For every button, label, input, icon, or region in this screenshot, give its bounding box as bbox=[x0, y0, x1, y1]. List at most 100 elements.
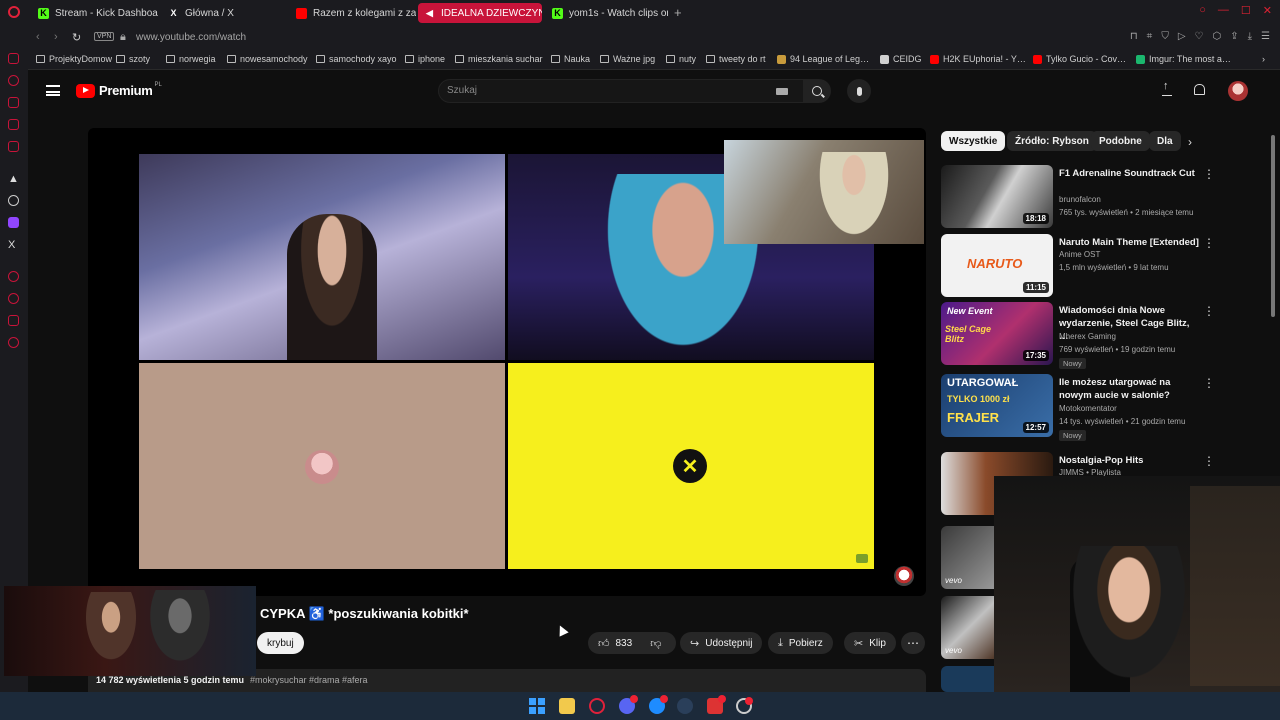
like-count[interactable]: 833 bbox=[616, 638, 633, 649]
subscribe-button[interactable]: krybuj bbox=[257, 632, 304, 654]
download-icon[interactable]: ⤓ bbox=[1248, 31, 1252, 42]
rec-channel[interactable]: Mherex Gaming bbox=[1059, 332, 1116, 341]
chevron-right-icon[interactable]: › bbox=[1188, 135, 1192, 149]
scrollbar[interactable] bbox=[1271, 135, 1275, 317]
maximize-icon[interactable]: ☐ bbox=[1241, 4, 1251, 17]
play-icon[interactable]: ▷ bbox=[1178, 31, 1186, 42]
rec-channel[interactable]: Anime OST bbox=[1059, 250, 1100, 259]
rec-title[interactable]: Ile możesz utargować na nowym aucie w sa… bbox=[1059, 376, 1199, 402]
more-vert-icon[interactable]: ⋮ bbox=[1203, 304, 1215, 318]
bookmark-item[interactable]: 94 League of Leg… bbox=[777, 54, 869, 64]
bookmark-item[interactable]: iphone bbox=[405, 54, 445, 64]
messenger-icon[interactable] bbox=[649, 695, 668, 714]
search-button[interactable] bbox=[803, 79, 831, 103]
sidebar-messenger-icon[interactable] bbox=[8, 119, 19, 130]
sidebar-bag-icon[interactable] bbox=[8, 97, 19, 108]
chip-for-you[interactable]: Dla bbox=[1149, 131, 1181, 151]
bookmark-item[interactable]: nuty bbox=[666, 54, 696, 64]
account-avatar[interactable] bbox=[1228, 81, 1248, 101]
video-player[interactable]: ✕ bbox=[88, 128, 926, 596]
opera-taskbar-icon[interactable] bbox=[589, 698, 605, 714]
bookmark-item[interactable]: szoty bbox=[116, 54, 150, 64]
menu-icon[interactable]: ☰ bbox=[1261, 31, 1270, 42]
forward-icon[interactable]: › bbox=[54, 31, 58, 43]
bookmark-item[interactable]: H2K EUphoria! - Y… bbox=[930, 54, 1026, 64]
more-vert-icon[interactable]: ⋮ bbox=[1203, 167, 1215, 181]
bookmark-item[interactable]: mieszkania suchar bbox=[455, 54, 543, 64]
tab-kick-dashboard[interactable]: K Stream - Kick Dashboard bbox=[32, 3, 158, 23]
sidebar-twitch-icon[interactable] bbox=[8, 217, 19, 228]
sidebar-aria-icon[interactable]: ▲ bbox=[8, 173, 19, 185]
opera-logo-icon[interactable] bbox=[8, 6, 20, 18]
rec-thumbnail-vevo[interactable]: vevo bbox=[941, 596, 997, 659]
bookmark-item[interactable]: samochody xayo bbox=[316, 54, 397, 64]
steam-icon[interactable] bbox=[677, 698, 693, 714]
back-icon[interactable]: ‹ bbox=[36, 31, 40, 43]
rec-video-f1[interactable]: 18:18 F1 Adrenaline Soundtrack Cut bruno… bbox=[941, 165, 1231, 229]
rec-video-news[interactable]: New Event Steel Cage Blitz 17:35 Wiadomo… bbox=[941, 302, 1231, 369]
search-box[interactable] bbox=[438, 79, 808, 103]
sidebar-chat-icon[interactable] bbox=[8, 315, 19, 326]
youtube-premium-logo[interactable]: Premium PL bbox=[76, 82, 162, 98]
tab-x[interactable]: X Główna / X bbox=[162, 3, 288, 23]
more-vert-icon[interactable]: ⋮ bbox=[1203, 454, 1215, 468]
chip-similar[interactable]: Podobne bbox=[1091, 131, 1150, 151]
sidebar-settings-icon[interactable] bbox=[8, 337, 19, 348]
more-vert-icon[interactable]: ⋮ bbox=[1203, 376, 1215, 390]
vpn-badge[interactable]: VPN bbox=[94, 32, 115, 41]
bookmarks-overflow-icon[interactable]: › bbox=[1262, 54, 1265, 64]
more-vert-icon[interactable]: ⋮ bbox=[1203, 236, 1215, 250]
file-explorer-icon[interactable] bbox=[559, 698, 575, 714]
bookmark-icon[interactable]: ⊓ bbox=[1130, 31, 1138, 42]
download-button[interactable]: ⤓ Pobierz bbox=[768, 632, 833, 654]
rec-title[interactable]: Naruto Main Theme [Extended] bbox=[1059, 236, 1199, 249]
share-icon[interactable]: ⇪ bbox=[1230, 31, 1238, 42]
sidebar-music-icon[interactable] bbox=[8, 271, 19, 282]
discord-icon[interactable] bbox=[619, 695, 638, 714]
sidebar-history-icon[interactable] bbox=[8, 75, 19, 86]
rec-title[interactable]: F1 Adrenaline Soundtrack Cut bbox=[1059, 167, 1199, 180]
rec-video-naruto[interactable]: NARUTO 11:15 Naruto Main Theme [Extended… bbox=[941, 234, 1231, 298]
sidebar-home-icon[interactable] bbox=[8, 53, 19, 64]
search-tabs-icon[interactable]: ○ bbox=[1199, 4, 1206, 17]
rec-video-car-deal[interactable]: UTARGOWAŁ TYLKO 1000 zł FRAJER 12:57 Ile… bbox=[941, 374, 1231, 441]
reload-icon[interactable]: ↻ bbox=[72, 31, 81, 44]
thumbnail[interactable]: 18:18 bbox=[941, 165, 1053, 228]
rec-thumbnail-vevo[interactable]: vevo bbox=[941, 526, 997, 589]
rec-title[interactable]: Nostalgia-Pop Hits bbox=[1059, 454, 1199, 467]
thumbs-up-icon[interactable]: 👍︎ bbox=[598, 637, 610, 650]
search-input[interactable] bbox=[447, 85, 747, 96]
shield-icon[interactable]: ⛉ bbox=[1161, 31, 1169, 42]
extensions-icon[interactable]: ⬡ bbox=[1212, 31, 1221, 42]
rec-channel[interactable]: brunofalcon bbox=[1059, 195, 1101, 204]
thumbnail[interactable]: UTARGOWAŁ TYLKO 1000 zł FRAJER 12:57 bbox=[941, 374, 1053, 437]
sidebar-x-icon[interactable]: X bbox=[8, 239, 19, 251]
tab-youtube-idealna[interactable]: ◀ IDEALNA DZIEWCZYNA bbox=[418, 3, 542, 23]
heart-icon[interactable]: ♡ bbox=[1195, 31, 1204, 42]
bookmark-item[interactable]: norwegia bbox=[166, 54, 216, 64]
bookmark-item[interactable]: Imgur: The most a… bbox=[1136, 54, 1231, 64]
bookmark-item[interactable]: Tylko Gucio - Cov… bbox=[1033, 54, 1126, 64]
sidebar-mail-icon[interactable] bbox=[8, 141, 19, 152]
voice-search-button[interactable] bbox=[847, 79, 871, 103]
bookmark-item[interactable]: ProjektyDomow bbox=[36, 54, 112, 64]
bookmark-item[interactable]: CEIDG bbox=[880, 54, 922, 64]
clip-button[interactable]: ✂ Klip bbox=[844, 632, 896, 654]
chip-all[interactable]: Wszystkie bbox=[941, 131, 1006, 151]
sidebar-chatgpt-icon[interactable] bbox=[8, 195, 19, 206]
notifications-bell-icon[interactable] bbox=[1194, 84, 1205, 95]
url-field[interactable]: www.youtube.com/watch bbox=[136, 32, 246, 43]
bookmark-item[interactable]: Ważne jpg bbox=[600, 54, 655, 64]
share-button[interactable]: ↪ Udostępnij bbox=[680, 632, 763, 654]
bookmark-item[interactable]: nowesamochody bbox=[227, 54, 308, 64]
bookmark-item[interactable]: tweety do rt bbox=[706, 54, 766, 64]
bookmark-item[interactable]: Nauka bbox=[551, 54, 590, 64]
close-icon[interactable]: ✕ bbox=[1263, 4, 1272, 17]
new-tab-button[interactable]: + bbox=[674, 5, 682, 20]
hashtags[interactable]: #mokrysuchar #drama #afera bbox=[250, 675, 368, 685]
thumbnail[interactable]: New Event Steel Cage Blitz 17:35 bbox=[941, 302, 1053, 365]
more-actions-button[interactable]: ⋯ bbox=[901, 632, 925, 654]
sidebar-clock-icon[interactable] bbox=[8, 293, 19, 304]
rec-channel[interactable]: Motokomentator bbox=[1059, 404, 1117, 413]
thumbs-down-icon[interactable]: 👎︎ bbox=[650, 637, 661, 650]
